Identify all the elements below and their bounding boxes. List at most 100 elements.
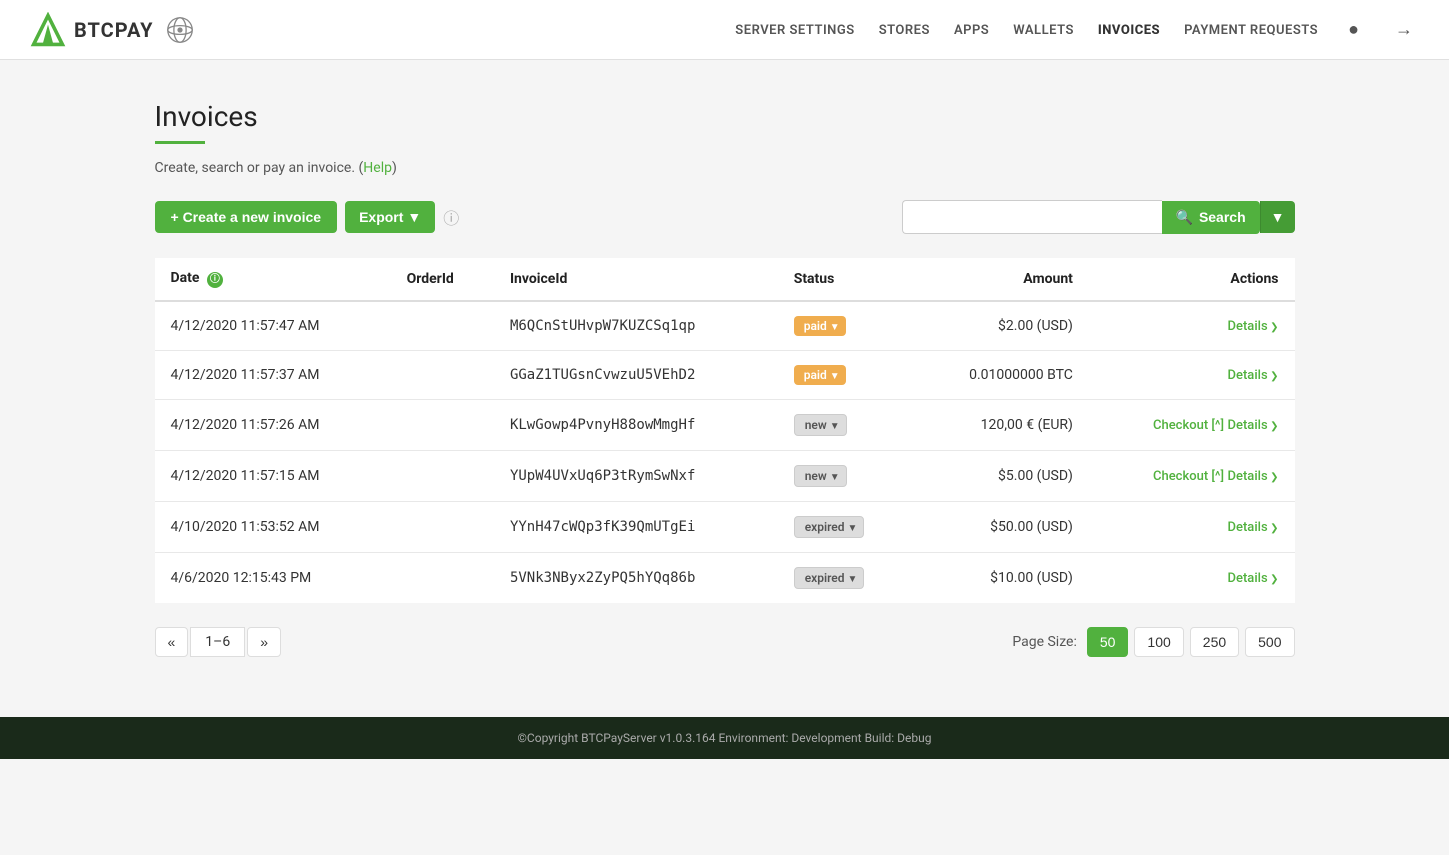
page-size-250[interactable]: 250 [1190,627,1239,657]
cell-status: paid ▼ [778,351,912,400]
pagination-range: 1–6 [190,627,245,657]
page-size-label: Page Size: [1012,634,1077,650]
badge-caret-icon: ▼ [830,371,840,382]
cell-orderid [391,301,494,351]
status-badge[interactable]: new ▼ [794,414,847,436]
search-button[interactable]: 🔍 Search [1162,201,1260,234]
status-badge[interactable]: paid ▼ [794,365,846,385]
cell-amount: 0.01000000 BTC [912,351,1089,400]
cell-orderid [391,553,494,604]
status-badge[interactable]: expired ▼ [794,516,865,538]
search-dropdown-button[interactable]: ▼ [1260,201,1295,233]
nav-payment-requests[interactable]: PAYMENT REQUESTS [1184,23,1318,38]
pagination-next[interactable]: » [247,627,281,657]
cell-orderid [391,351,494,400]
nav-links: SERVER SETTINGS STORES APPS WALLETS INVO… [735,15,1419,44]
cell-status: new ▼ [778,451,912,502]
date-info-icon[interactable]: ⓘ [207,272,223,288]
details-link[interactable]: Details [1228,319,1268,334]
toolbar: + Create a new invoice Export ▼ ⓘ 🔍 Sear… [155,200,1295,234]
details-link[interactable]: Details [1228,368,1268,383]
page-size-100[interactable]: 100 [1134,627,1183,657]
cell-actions: Details ❯ [1089,351,1295,400]
cell-orderid [391,451,494,502]
cell-actions: Checkout [^] Details ❯ [1089,451,1295,502]
invoice-table-body: 4/12/2020 11:57:47 AM M6QCnStUHvpW7KUZCSq… [155,301,1295,603]
subtitle-end: ) [392,160,397,176]
badge-caret-icon: ▼ [830,421,840,432]
brand-logo[interactable]: BTCPAY [30,12,194,48]
cell-actions: Details ❯ [1089,502,1295,553]
user-icon-button[interactable]: ● [1342,15,1365,44]
toolbar-help-icon[interactable]: ⓘ [443,205,459,229]
cell-amount: 120,00 € (EUR) [912,400,1089,451]
subtitle-text: Create, search or pay an invoice. ( [155,160,364,176]
cell-date: 4/12/2020 11:57:26 AM [155,400,391,451]
cell-status: expired ▼ [778,553,912,604]
pagination-prev[interactable]: « [155,627,189,657]
col-actions: Actions [1089,258,1295,301]
status-badge[interactable]: expired ▼ [794,567,865,589]
col-orderid: OrderId [391,258,494,301]
details-link[interactable]: Details [1228,520,1268,535]
details-link[interactable]: Details [1228,469,1268,484]
logout-icon-button[interactable]: → [1389,15,1419,44]
nav-apps[interactable]: APPS [954,23,989,38]
help-link[interactable]: Help [363,160,392,176]
search-icon: 🔍 [1176,209,1193,226]
status-badge[interactable]: new ▼ [794,465,847,487]
details-chevron-icon: ❯ [1268,421,1279,432]
checkout-link[interactable]: Checkout [^] [1153,469,1224,484]
cell-date: 4/6/2020 12:15:43 PM [155,553,391,604]
cell-date: 4/12/2020 11:57:15 AM [155,451,391,502]
table-row: 4/10/2020 11:53:52 AMYYnH47cWQp3fK39QmUT… [155,502,1295,553]
details-chevron-icon: ❯ [1268,523,1279,534]
col-date: Date ⓘ [155,258,391,301]
details-link[interactable]: Details [1228,571,1268,586]
col-invoiceid: InvoiceId [494,258,778,301]
search-label: Search [1199,209,1246,225]
cell-actions: Checkout [^] Details ❯ [1089,400,1295,451]
page-size-50[interactable]: 50 [1087,627,1129,657]
search-input[interactable] [902,200,1162,234]
cell-actions: Details ❯ [1089,301,1295,351]
nav-wallets[interactable]: WALLETS [1013,23,1074,38]
badge-caret-icon: ▼ [830,322,840,333]
create-invoice-button[interactable]: + Create a new invoice [155,201,338,233]
badge-caret-icon: ▼ [848,523,858,534]
nav-invoices[interactable]: INVOICES [1098,23,1160,38]
cell-date: 4/12/2020 11:57:47 AM [155,301,391,351]
status-badge[interactable]: paid ▼ [794,316,846,336]
cell-invoiceid: YYnH47cWQp3fK39QmUTgEi [494,502,778,553]
tor-icon [166,16,194,44]
cell-invoiceid: GGaZ1TUGsnCvwzuU5VEhD2 [494,351,778,400]
page-subtitle: Create, search or pay an invoice. (Help) [155,160,1295,176]
nav-stores[interactable]: STORES [879,23,930,38]
cell-orderid [391,502,494,553]
table-row: 4/12/2020 11:57:26 AMKLwGowp4PvnyH88owMm… [155,400,1295,451]
details-chevron-icon: ❯ [1268,472,1279,483]
navbar: BTCPAY SERVER SETTINGS STORES APPS WALLE… [0,0,1449,60]
cell-invoiceid: M6QCnStUHvpW7KUZCSq1qp [494,301,778,351]
checkout-link[interactable]: Checkout [^] [1153,418,1224,433]
export-button[interactable]: Export ▼ [345,201,435,233]
page-title: Invoices [155,100,1295,133]
footer-text: ©Copyright BTCPayServer v1.0.3.164 Envir… [518,731,932,745]
details-link[interactable]: Details [1228,418,1268,433]
table-row: 4/12/2020 11:57:37 AMGGaZ1TUGsnCvwzuU5VE… [155,351,1295,400]
page-size-500[interactable]: 500 [1245,627,1294,657]
footer: ©Copyright BTCPayServer v1.0.3.164 Envir… [0,717,1449,759]
cell-orderid [391,400,494,451]
pagination: « 1–6 » [155,627,282,657]
export-label: Export [359,209,403,225]
export-caret-icon: ▼ [407,209,421,225]
cell-amount: $5.00 (USD) [912,451,1089,502]
main-content: Invoices Create, search or pay an invoic… [125,60,1325,717]
nav-server-settings[interactable]: SERVER SETTINGS [735,23,854,38]
cell-status: expired ▼ [778,502,912,553]
cell-invoiceid: YUpW4UVxUq6P3tRymSwNxf [494,451,778,502]
cell-amount: $50.00 (USD) [912,502,1089,553]
title-underline [155,141,205,144]
brand-name: BTCPAY [74,18,154,42]
cell-status: paid ▼ [778,301,912,351]
